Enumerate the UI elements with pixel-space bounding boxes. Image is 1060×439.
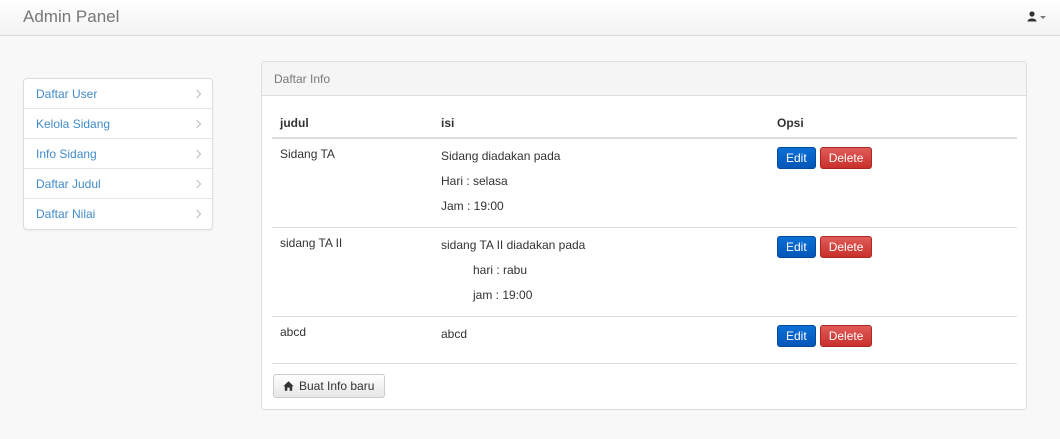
- chevron-right-icon: [192, 149, 202, 158]
- user-icon: [1027, 11, 1037, 22]
- chevron-right-icon: [192, 179, 202, 188]
- sidebar-item-kelola-sidang[interactable]: Kelola Sidang: [24, 109, 212, 139]
- info-panel: Daftar Info judul isi Opsi Sidang TA Sid…: [261, 61, 1027, 410]
- chevron-down-icon: [1040, 16, 1046, 19]
- sidebar-item-daftar-judul[interactable]: Daftar Judul: [24, 169, 212, 199]
- panel-body: judul isi Opsi Sidang TA Sidang diadakan…: [262, 96, 1026, 364]
- delete-button[interactable]: Delete: [819, 147, 873, 169]
- sidebar-nav: Daftar User Kelola Sidang Info Sidang Da…: [23, 78, 213, 230]
- cell-judul: abcd: [272, 316, 433, 364]
- edit-button[interactable]: Edit: [777, 324, 816, 347]
- user-menu-button[interactable]: [1027, 11, 1046, 22]
- isi-line: Sidang diadakan pada: [441, 149, 561, 163]
- isi-line: sidang TA II diadakan pada: [441, 237, 586, 252]
- table-header-row: judul isi Opsi: [272, 108, 1017, 139]
- cell-isi: abcd: [433, 316, 769, 364]
- chevron-right-icon: [192, 119, 202, 128]
- chevron-right-icon: [192, 209, 202, 219]
- cell-isi: sidang TA II diadakan pada hari : rabu j…: [433, 227, 769, 317]
- cell-judul: sidang TA II: [272, 227, 433, 317]
- sidebar-item-label: Daftar User: [36, 86, 98, 101]
- edit-button[interactable]: Edit: [777, 147, 816, 169]
- table-row: sidang TA II sidang TA II diadakan pada …: [272, 227, 1017, 317]
- chevron-right-icon: [192, 89, 202, 98]
- panel-heading: Daftar Info: [262, 62, 1026, 96]
- sidebar-item-label: Info Sidang: [36, 146, 97, 161]
- home-icon: [283, 381, 294, 391]
- column-header-judul: judul: [272, 108, 433, 139]
- cell-opsi: Edit Delete: [769, 138, 1017, 228]
- cell-isi: Sidang diadakan pada Hari : selasa Jam :…: [433, 138, 769, 228]
- sidebar-item-label: Daftar Nilai: [36, 207, 96, 221]
- app-title[interactable]: Admin Panel: [23, 7, 119, 27]
- info-table: judul isi Opsi Sidang TA Sidang diadakan…: [272, 108, 1017, 364]
- edit-button[interactable]: Edit: [777, 235, 816, 258]
- isi-line: Hari : selasa: [441, 174, 508, 188]
- sidebar-item-daftar-nilai[interactable]: Daftar Nilai: [24, 199, 212, 229]
- cell-opsi: Edit Delete: [769, 316, 1017, 364]
- column-header-opsi: Opsi: [769, 108, 1017, 139]
- sidebar-item-label: Kelola Sidang: [36, 116, 111, 131]
- delete-button[interactable]: Delete: [819, 324, 873, 347]
- isi-line: jam : 19:00: [473, 287, 533, 302]
- table-row: Sidang TA Sidang diadakan pada Hari : se…: [272, 138, 1017, 228]
- isi-line: abcd: [441, 326, 468, 341]
- top-navbar: Admin Panel: [0, 0, 1060, 36]
- sidebar-item-label: Daftar Judul: [36, 176, 101, 191]
- table-row: abcd abcd Edit Delete: [272, 316, 1017, 364]
- delete-button[interactable]: Delete: [819, 235, 873, 258]
- sidebar-item-daftar-user[interactable]: Daftar User: [24, 79, 212, 109]
- cell-opsi: Edit Delete: [769, 227, 1017, 317]
- create-info-button[interactable]: Buat Info baru: [273, 374, 386, 398]
- create-info-label: Buat Info baru: [299, 379, 375, 393]
- sidebar-item-info-sidang[interactable]: Info Sidang: [24, 139, 212, 169]
- cell-judul: Sidang TA: [272, 138, 433, 228]
- column-header-isi: isi: [433, 108, 769, 139]
- isi-line: hari : rabu: [473, 262, 528, 277]
- isi-line: Jam : 19:00: [441, 199, 504, 213]
